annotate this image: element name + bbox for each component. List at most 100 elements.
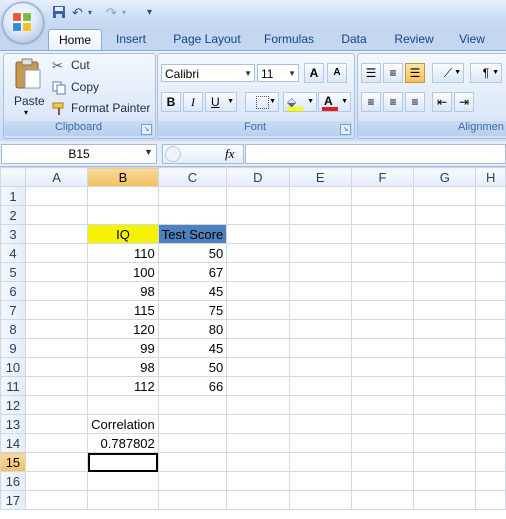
borders-button[interactable]: ▼: [245, 92, 279, 112]
cell-G8[interactable]: [413, 319, 477, 339]
cell-H3[interactable]: [475, 224, 506, 244]
cell-G13[interactable]: [413, 414, 477, 434]
column-header-G[interactable]: G: [413, 167, 477, 187]
font-launcher-icon[interactable]: ↘: [340, 124, 351, 135]
cell-G3[interactable]: [413, 224, 477, 244]
cell-F1[interactable]: [350, 186, 415, 206]
cell-E10[interactable]: [288, 357, 352, 377]
cell-F9[interactable]: [350, 338, 415, 358]
cell-C11[interactable]: 66: [157, 376, 228, 396]
decrease-indent-button[interactable]: ⇤: [432, 92, 452, 112]
cell-E12[interactable]: [288, 395, 352, 415]
cell-E2[interactable]: [288, 205, 352, 225]
cell-A13[interactable]: [24, 414, 89, 434]
row-header-14[interactable]: 14: [0, 433, 26, 453]
office-button[interactable]: [2, 2, 44, 44]
insert-function-icon[interactable]: fx: [225, 146, 234, 162]
cell-B10[interactable]: 98: [87, 357, 159, 377]
cell-D13[interactable]: [226, 414, 290, 434]
cell-H4[interactable]: [475, 243, 506, 263]
cell-F14[interactable]: [350, 433, 415, 453]
cell-E6[interactable]: [288, 281, 352, 301]
tab-formulas[interactable]: Formulas: [258, 29, 320, 50]
cell-A10[interactable]: [24, 357, 89, 377]
column-header-B[interactable]: B: [87, 167, 159, 187]
cell-H11[interactable]: [475, 376, 506, 396]
cell-C16[interactable]: [157, 471, 228, 491]
cell-H6[interactable]: [475, 281, 506, 301]
cell-F11[interactable]: [350, 376, 415, 396]
cell-F6[interactable]: [350, 281, 415, 301]
cell-G10[interactable]: [413, 357, 477, 377]
row-header-4[interactable]: 4: [0, 243, 26, 263]
tab-home[interactable]: Home: [48, 29, 102, 51]
cell-D14[interactable]: [226, 433, 290, 453]
cell-G14[interactable]: [413, 433, 477, 453]
column-header-A[interactable]: A: [24, 167, 89, 187]
cell-E13[interactable]: [288, 414, 352, 434]
cell-H13[interactable]: [475, 414, 506, 434]
align-center-button[interactable]: ≡: [383, 92, 403, 112]
cell-E5[interactable]: [288, 262, 352, 282]
cell-E4[interactable]: [288, 243, 352, 263]
redo-icon[interactable]: ↷: [106, 5, 117, 21]
cell-F8[interactable]: [350, 319, 415, 339]
cell-B17[interactable]: [87, 490, 159, 510]
cell-D16[interactable]: [226, 471, 290, 491]
cell-G1[interactable]: [413, 186, 477, 206]
cell-G12[interactable]: [413, 395, 477, 415]
cell-C15[interactable]: [157, 452, 228, 472]
tab-insert[interactable]: Insert: [108, 29, 154, 50]
cell-B9[interactable]: 99: [87, 338, 159, 358]
cell-C6[interactable]: 45: [157, 281, 228, 301]
cell-B6[interactable]: 98: [87, 281, 159, 301]
row-header-11[interactable]: 11: [0, 376, 26, 396]
row-header-8[interactable]: 8: [0, 319, 26, 339]
cell-F10[interactable]: [350, 357, 415, 377]
cell-F2[interactable]: [350, 205, 415, 225]
save-icon[interactable]: [52, 5, 66, 21]
cell-B8[interactable]: 120: [87, 319, 159, 339]
cell-A3[interactable]: [24, 224, 89, 244]
cell-F13[interactable]: [350, 414, 415, 434]
column-header-C[interactable]: C: [157, 167, 228, 187]
font-family-combo[interactable]: Calibri ▼: [161, 64, 255, 82]
cell-C10[interactable]: 50: [157, 357, 228, 377]
cell-A17[interactable]: [24, 490, 89, 510]
row-header-2[interactable]: 2: [0, 205, 26, 225]
cell-H14[interactable]: [475, 433, 506, 453]
cell-D12[interactable]: [226, 395, 290, 415]
cell-C8[interactable]: 80: [157, 319, 228, 339]
row-header-12[interactable]: 12: [0, 395, 26, 415]
cell-C12[interactable]: [157, 395, 228, 415]
cell-B2[interactable]: [87, 205, 159, 225]
italic-button[interactable]: I: [183, 92, 203, 112]
cell-A7[interactable]: [24, 300, 89, 320]
cell-D5[interactable]: [226, 262, 290, 282]
cell-D6[interactable]: [226, 281, 290, 301]
align-right-button[interactable]: ≡: [405, 92, 425, 112]
cell-A15[interactable]: [24, 452, 89, 472]
row-header-3[interactable]: 3: [0, 224, 26, 244]
column-header-D[interactable]: D: [226, 167, 290, 187]
cell-A5[interactable]: [24, 262, 89, 282]
cell-A9[interactable]: [24, 338, 89, 358]
cell-A14[interactable]: [24, 433, 89, 453]
cell-H12[interactable]: [475, 395, 506, 415]
customize-qat-icon[interactable]: ▾: [147, 5, 152, 21]
cell-B11[interactable]: 112: [87, 376, 159, 396]
cell-G11[interactable]: [413, 376, 477, 396]
middle-align-button[interactable]: ≡: [383, 63, 403, 83]
cell-H16[interactable]: [475, 471, 506, 491]
underline-button[interactable]: U ▼: [205, 92, 237, 112]
cell-H10[interactable]: [475, 357, 506, 377]
cell-B5[interactable]: 100: [87, 262, 159, 282]
cell-G4[interactable]: [413, 243, 477, 263]
cell-D8[interactable]: [226, 319, 290, 339]
cell-D2[interactable]: [226, 205, 290, 225]
row-header-17[interactable]: 17: [0, 490, 26, 510]
cell-C17[interactable]: [157, 490, 228, 510]
cell-E9[interactable]: [288, 338, 352, 358]
cell-E14[interactable]: [288, 433, 352, 453]
cell-A11[interactable]: [24, 376, 89, 396]
